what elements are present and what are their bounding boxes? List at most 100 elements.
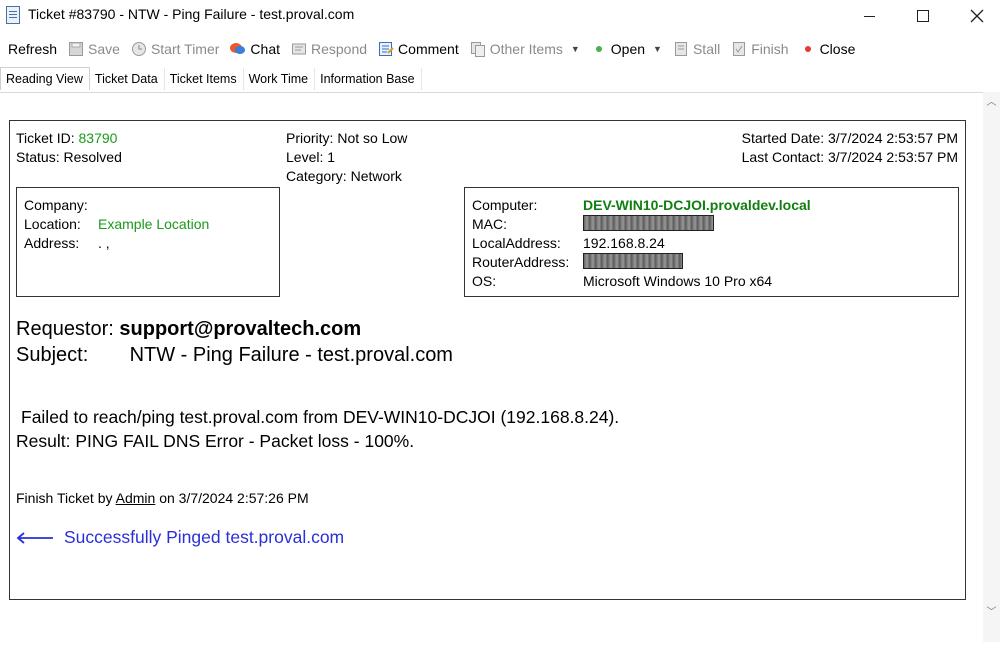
os-row: OS: Microsoft Windows 10 Pro x64 (472, 272, 958, 291)
request-block: Requestor: support@provaltech.com Subjec… (16, 316, 453, 368)
finish-user-link[interactable]: Admin (116, 490, 156, 506)
last-contact: Last Contact: 3/7/2024 2:53:57 PM (741, 149, 958, 165)
minimize-icon (863, 15, 875, 17)
respond-icon (290, 40, 308, 58)
local-address-label: LocalAddress: (472, 235, 561, 251)
mac-label: MAC: (472, 216, 507, 232)
ticket-message: Failed to reach/ping test.proval.com fro… (16, 405, 619, 453)
comment-button[interactable]: Comment (373, 37, 465, 61)
maximize-button[interactable] (900, 0, 946, 32)
category: Category: Network (286, 168, 402, 184)
stall-icon (672, 40, 690, 58)
comment-label: Comment (398, 41, 459, 57)
open-button[interactable]: Open ▼ (586, 37, 668, 61)
stall-button[interactable]: Stall (668, 37, 726, 61)
ticket-id-row: Ticket ID: 83790 (16, 129, 117, 148)
location-label: Location: (24, 216, 81, 232)
computer-label: Computer: (472, 197, 538, 213)
status-label: Status: (16, 149, 60, 165)
chevron-down-icon: ▼ (570, 44, 580, 54)
tab-work-time[interactable]: Work Time (244, 68, 316, 90)
comment-icon (377, 40, 395, 58)
computer-value[interactable]: DEV-WIN10-DCJOI.provaldev.local (583, 196, 811, 215)
arrow-left-icon (16, 531, 53, 544)
tab-ticket-data[interactable]: Ticket Data (90, 68, 165, 90)
toolbar: Refresh Save Start Timer Chat Respond Co… (0, 36, 1000, 62)
success-message: Successfully Pinged test.proval.com (64, 527, 345, 547)
location-row: Location: Example Location (24, 215, 279, 234)
open-label: Open (610, 41, 646, 57)
close-window-button[interactable] (954, 0, 1000, 32)
router-address-redacted (583, 253, 683, 269)
respond-button[interactable]: Respond (286, 37, 373, 61)
window-title: Ticket #83790 - NTW - Ping Failure - tes… (28, 6, 355, 22)
requestor-row: Requestor: support@provaltech.com (16, 316, 453, 342)
company-box: Company: Location: Example Location Addr… (16, 187, 280, 297)
os-value: Microsoft Windows 10 Pro x64 (583, 273, 773, 289)
address-label: Address: (24, 235, 80, 251)
subject-row: Subject: NTW - Ping Failure - test.prova… (16, 342, 453, 368)
requestor-value: support@provaltech.com (119, 318, 362, 340)
scroll-down-icon[interactable]: ﹀ (983, 602, 1000, 619)
chat-icon (229, 40, 247, 58)
refresh-label: Refresh (8, 41, 58, 57)
location-value: Example Location (98, 216, 210, 232)
close-icon (970, 9, 984, 23)
timer-icon (130, 40, 148, 58)
tab-reading-view[interactable]: Reading View (0, 67, 90, 90)
company-row: Company: (24, 196, 279, 215)
tab-ticket-items[interactable]: Ticket Items (165, 68, 244, 90)
other-items-button[interactable]: Other Items ▼ (465, 37, 586, 61)
message-line-1: Failed to reach/ping test.proval.com fro… (21, 407, 620, 427)
close-status-dot-icon (799, 40, 817, 58)
success-note: Successfully Pinged test.proval.com (16, 527, 344, 548)
maximize-icon (917, 10, 929, 22)
router-address-row: RouterAddress: (472, 253, 958, 272)
computer-row: Computer: DEV-WIN10-DCJOI.provaldev.loca… (472, 196, 958, 215)
stall-label: Stall (692, 41, 721, 57)
priority: Priority: Not so Low (286, 130, 408, 146)
subject-label: Subject: (16, 344, 89, 366)
close-label: Close (819, 41, 856, 57)
requestor-label: Requestor: (16, 318, 114, 340)
other-items-label: Other Items (489, 41, 563, 57)
respond-label: Respond (311, 41, 368, 57)
os-label: OS: (472, 273, 497, 289)
ticket-document-icon (6, 6, 20, 24)
close-ticket-button[interactable]: Close (795, 37, 862, 61)
company-label: Company: (24, 197, 88, 213)
vertical-scrollbar[interactable]: ︿ ﹀ (983, 92, 1000, 642)
tab-information-base[interactable]: Information Base (315, 68, 422, 90)
finish-button[interactable]: Finish (726, 37, 794, 61)
ticket-id-label: Ticket ID: (16, 130, 75, 146)
other-items-icon (469, 40, 487, 58)
finish-icon (730, 40, 748, 58)
save-icon (67, 40, 85, 58)
computer-box: Computer: DEV-WIN10-DCJOI.provaldev.loca… (464, 187, 959, 297)
save-button[interactable]: Save (63, 37, 126, 61)
open-dropdown-chevron-icon[interactable]: ▼ (653, 44, 662, 54)
finish-prefix: Finish Ticket by (16, 490, 113, 506)
finish-suffix: on 3/7/2024 2:57:26 PM (159, 490, 309, 506)
mac-row: MAC: (472, 215, 958, 234)
status-row: Status: Resolved (16, 148, 122, 167)
mac-redacted (583, 215, 714, 231)
started-date: Started Date: 3/7/2024 2:53:57 PM (741, 130, 958, 146)
local-address-value: 192.168.8.24 (583, 235, 665, 251)
start-timer-button[interactable]: Start Timer (126, 37, 225, 61)
ticket-id-value: 83790 (78, 130, 118, 146)
save-label: Save (88, 41, 120, 57)
open-status-dot-icon (590, 40, 608, 58)
level: Level: 1 (286, 149, 336, 165)
title-bar: Ticket #83790 - NTW - Ping Failure - tes… (0, 0, 1000, 32)
chat-button[interactable]: Chat (225, 37, 286, 61)
finish-label: Finish (751, 41, 789, 57)
status-value: Resolved (63, 149, 122, 165)
local-address-row: LocalAddress: 192.168.8.24 (472, 234, 958, 253)
address-value: . , (98, 235, 110, 251)
minimize-button[interactable] (846, 0, 892, 32)
subject-value: NTW - Ping Failure - test.proval.com (129, 344, 453, 366)
router-address-label: RouterAddress: (472, 254, 570, 270)
refresh-button[interactable]: Refresh (4, 37, 63, 61)
scroll-up-icon[interactable]: ︿ (983, 92, 1000, 109)
